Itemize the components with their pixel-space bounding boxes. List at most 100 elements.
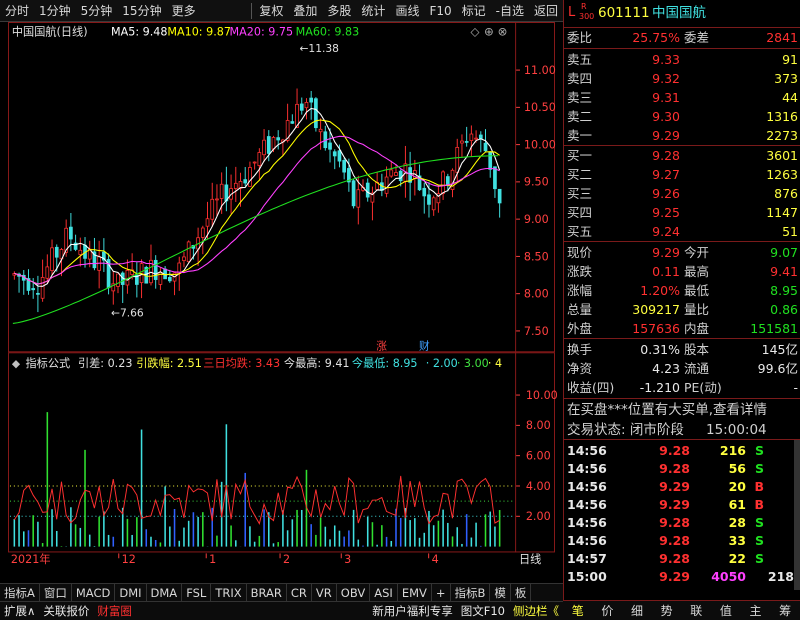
new-user-benefit-link[interactable]: 新用户福利专享 bbox=[368, 602, 457, 620]
toolbar-item-tongji[interactable]: 统计 bbox=[356, 0, 390, 22]
toolbar-item-huaxian[interactable]: 画线 bbox=[390, 0, 424, 22]
candle-body bbox=[474, 137, 478, 140]
buy-row[interactable]: 买五 9.24 51 bbox=[564, 223, 800, 241]
weibi-value: 25.75% bbox=[632, 30, 680, 45]
stock-code[interactable]: 601111 bbox=[598, 4, 650, 22]
tab-dma[interactable]: DMA bbox=[147, 583, 183, 602]
tab-zhu[interactable]: 主 bbox=[741, 601, 771, 620]
candle-body bbox=[460, 140, 464, 144]
tick-side: 218 bbox=[767, 569, 794, 584]
fund-value: 99.6亿 bbox=[757, 361, 798, 376]
tick-side: S bbox=[754, 515, 764, 530]
toolbar-item-5min[interactable]: 5分钟 bbox=[76, 0, 118, 22]
big-order-notice[interactable]: 在买盘***位置有大买单,查看详情 bbox=[564, 401, 800, 419]
divider bbox=[564, 439, 800, 440]
tab-bi[interactable]: 笔 bbox=[563, 601, 593, 620]
indicator-toggle-icon[interactable]: ◆ bbox=[12, 357, 21, 370]
tick-scrollbar[interactable] bbox=[794, 440, 800, 590]
stock-name[interactable]: 中国国航 bbox=[652, 4, 706, 22]
divider bbox=[564, 145, 800, 146]
high-price-marker: ←11.38 bbox=[299, 42, 339, 55]
buy-row[interactable]: 买一 9.28 3601 bbox=[564, 147, 800, 165]
tab-trix[interactable]: TRIX bbox=[211, 583, 247, 602]
close-chart-icon[interactable]: ⊗ bbox=[498, 25, 508, 39]
buy-row[interactable]: 买二 9.27 1263 bbox=[564, 166, 800, 184]
tick-time: 14:56 bbox=[567, 497, 607, 512]
sell-row[interactable]: 卖二 9.30 1316 bbox=[564, 108, 800, 126]
tab-fsl[interactable]: FSL bbox=[182, 583, 212, 602]
tab-zhibiao-b[interactable]: 指标B bbox=[451, 583, 491, 602]
stat-value: 1.20% bbox=[640, 283, 680, 298]
sell-row[interactable]: 卖一 9.29 2273 bbox=[564, 127, 800, 145]
toolbar-item-fenshi[interactable]: 分时 bbox=[0, 0, 34, 22]
sell-row[interactable]: 卖五 9.33 91 bbox=[564, 51, 800, 69]
tab-chou[interactable]: 筹 bbox=[770, 601, 800, 620]
tab-mo[interactable]: 模 bbox=[490, 583, 511, 602]
candle-body bbox=[351, 180, 356, 207]
sell-volume: 1316 bbox=[766, 109, 798, 124]
tab-zhi[interactable]: 值 bbox=[711, 601, 741, 620]
toolbar-item-more[interactable]: 更多 bbox=[167, 0, 201, 22]
toolbar-item-15min[interactable]: 15分钟 bbox=[117, 0, 166, 22]
quote-header: L R 300 601111 中国国航 bbox=[564, 2, 800, 24]
quote-tab-bar: 笔 价 细 势 联 值 主 筹 bbox=[563, 600, 800, 620]
toolbar-item-zixuan[interactable]: -自选 bbox=[491, 0, 529, 22]
tab-dmi[interactable]: DMI bbox=[115, 583, 147, 602]
candle-body bbox=[365, 182, 370, 198]
candle-body bbox=[356, 189, 361, 208]
tab-jia[interactable]: 价 bbox=[593, 601, 623, 620]
wealth-circle-button[interactable]: 财富圈 bbox=[93, 602, 136, 620]
tick-price: 9.29 bbox=[659, 569, 690, 584]
settings-diamond-icon[interactable]: ◇ bbox=[470, 25, 479, 39]
tab-ban[interactable]: 板 bbox=[511, 583, 532, 602]
tick-volume: 28 bbox=[728, 515, 746, 530]
tab-vr[interactable]: VR bbox=[312, 583, 337, 602]
toolbar-item-1min[interactable]: 1分钟 bbox=[34, 0, 76, 22]
chart-area[interactable]: 中国国航(日线) MA5: 9.48 MA10: 9.87 MA20: 9.75… bbox=[0, 22, 563, 567]
tab-cr[interactable]: CR bbox=[287, 583, 312, 602]
toolbar-item-f10[interactable]: F10 bbox=[424, 0, 456, 22]
buy-price: 9.27 bbox=[652, 167, 680, 182]
candle-body bbox=[493, 166, 497, 190]
tab-obv[interactable]: OBV bbox=[337, 583, 371, 602]
tab-brar[interactable]: BRAR bbox=[247, 583, 287, 602]
tab-lian[interactable]: 联 bbox=[682, 601, 712, 620]
tab-window[interactable]: 窗口 bbox=[40, 583, 72, 602]
toolbar-item-fuquan[interactable]: 复权 bbox=[254, 0, 288, 22]
buy-row[interactable]: 买三 9.26 876 bbox=[564, 185, 800, 203]
toolbar-item-biaoji[interactable]: 标记 bbox=[457, 0, 491, 22]
toolbar-item-duogu[interactable]: 多股 bbox=[322, 0, 356, 22]
tab-zhibiao-a[interactable]: 指标A bbox=[0, 583, 40, 602]
tab-add[interactable]: + bbox=[432, 583, 451, 602]
stat-label: 最高 bbox=[684, 264, 710, 279]
tab-shi[interactable]: 势 bbox=[652, 601, 682, 620]
buy-price: 9.24 bbox=[652, 224, 680, 239]
sidebar-toggle-button[interactable]: 侧边栏《 bbox=[509, 602, 563, 620]
expand-button[interactable]: 扩展∧ bbox=[0, 602, 39, 620]
trade-status-row: 交易状态: 闭市阶段 15:00:04 bbox=[564, 421, 800, 439]
main-price-axis: 11.00 10.50 10.00 9.50 9.00 8.50 8.00 7.50 bbox=[516, 64, 556, 338]
toolbar-divider bbox=[251, 2, 253, 19]
tab-emv[interactable]: EMV bbox=[398, 583, 432, 602]
maximize-icon[interactable]: ⊕ bbox=[484, 25, 494, 39]
sell-row[interactable]: 卖三 9.31 44 bbox=[564, 89, 800, 107]
f10-graphic-button[interactable]: 图文F10 bbox=[457, 602, 509, 620]
tick-volume: 216 bbox=[719, 443, 746, 458]
tab-macd[interactable]: MACD bbox=[72, 583, 116, 602]
sell-row[interactable]: 卖四 9.32 373 bbox=[564, 70, 800, 88]
related-quote-button[interactable]: 关联报价 bbox=[39, 602, 93, 620]
indicator-jinzuigao: 今最高: 9.41 bbox=[284, 356, 350, 370]
sell-volume: 91 bbox=[782, 52, 798, 67]
period-label[interactable]: 日线 bbox=[519, 552, 541, 566]
toolbar-item-diejia[interactable]: 叠加 bbox=[288, 0, 322, 22]
tab-xi[interactable]: 细 bbox=[622, 601, 652, 620]
stat-label: 今开 bbox=[684, 245, 710, 260]
event-zhang-label[interactable]: 涨 bbox=[376, 339, 387, 352]
tick-volume: 56 bbox=[728, 461, 746, 476]
event-cai-label[interactable]: 财 bbox=[419, 339, 430, 352]
buy-row[interactable]: 买四 9.25 1147 bbox=[564, 204, 800, 222]
tab-asi[interactable]: ASI bbox=[370, 583, 398, 602]
sell-label: 卖三 bbox=[567, 90, 593, 105]
toolbar-item-fanhui[interactable]: 返回 bbox=[529, 0, 563, 22]
candle-body bbox=[389, 169, 394, 177]
